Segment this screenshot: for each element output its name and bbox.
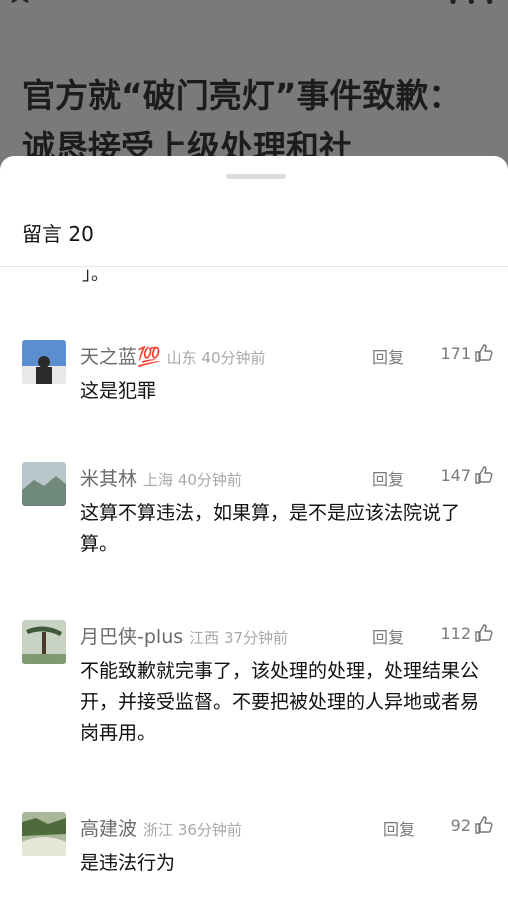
- location-time: 上海 40分钟前: [143, 471, 242, 489]
- drag-handle[interactable]: [226, 174, 286, 179]
- reply-button[interactable]: 回复: [372, 466, 404, 490]
- location-time: 江西 37分钟前: [189, 629, 289, 647]
- like-button[interactable]: 171: [440, 343, 494, 363]
- comment-text: 是违法行为: [80, 852, 176, 874]
- more-icon[interactable]: • • •: [448, 0, 496, 12]
- avatar[interactable]: [22, 462, 66, 506]
- reply-button[interactable]: 回复: [372, 344, 404, 368]
- username[interactable]: 高建波 浙江 36分钟前: [80, 814, 242, 841]
- divider: [0, 266, 508, 267]
- comment-text: 这是犯罪: [80, 380, 157, 402]
- thumbs-up-icon: [475, 624, 493, 642]
- like-button[interactable]: 92: [451, 815, 494, 835]
- reply-button[interactable]: 回复: [372, 624, 404, 648]
- location-time: 山东 40分钟前: [166, 349, 266, 367]
- previous-comment-tail: 」。: [82, 264, 109, 285]
- thumbs-up-icon: [475, 344, 493, 362]
- avatar[interactable]: [22, 812, 66, 856]
- reply-button[interactable]: 回复: [383, 816, 415, 840]
- comments-count-title: 留言 20: [22, 222, 94, 246]
- location-time: 浙江 36分钟前: [143, 821, 242, 839]
- comment-text: 不能致歉就完事了，该处理的处理，处理结果公开，并接受监督。不要把被处理的人异地或…: [80, 660, 480, 744]
- thumbs-up-icon: [475, 466, 493, 484]
- like-button[interactable]: 112: [440, 623, 494, 643]
- comment-text: 这算不算违法，如果算，是不是应该法院说了算。: [80, 502, 461, 555]
- close-icon[interactable]: [8, 0, 36, 12]
- username[interactable]: 天之蓝💯 山东 40分钟前: [80, 342, 266, 369]
- avatar[interactable]: [22, 620, 66, 664]
- username[interactable]: 米其林 上海 40分钟前: [80, 464, 242, 491]
- thumbs-up-icon: [475, 816, 493, 834]
- like-button[interactable]: 147: [440, 465, 494, 485]
- username[interactable]: 月巴侠-plus 江西 37分钟前: [80, 622, 288, 649]
- avatar[interactable]: [22, 340, 66, 384]
- comments-sheet: 留言 20 」。 天之蓝💯 山东 40分钟前 回复 171 这是犯罪 米其林 上…: [0, 156, 508, 916]
